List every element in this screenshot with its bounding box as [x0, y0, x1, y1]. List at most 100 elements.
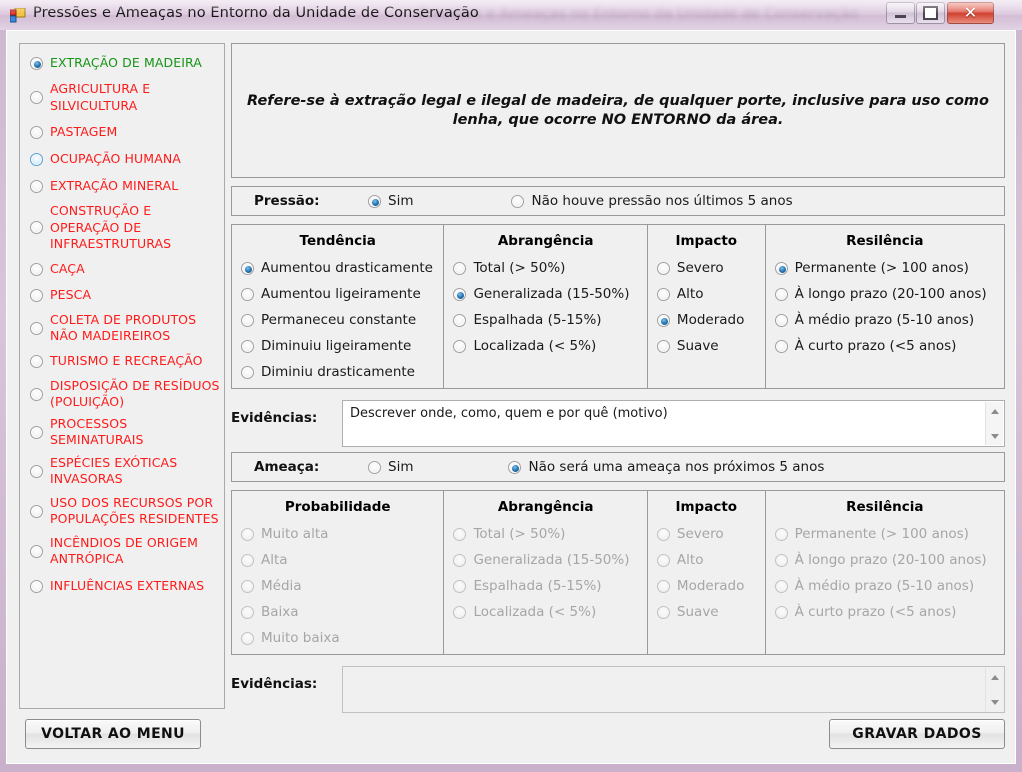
pressure-option-yes[interactable]: Sim [368, 193, 413, 209]
radio-icon[interactable] [30, 152, 43, 166]
sidebar-item-extracao-mineral[interactable]: EXTRAÇÃO MINERAL [20, 175, 224, 197]
column-header: Resilência [846, 499, 924, 515]
pressure-tendencia-option-1[interactable]: Aumentou ligeiramente [232, 281, 443, 307]
maximize-icon [917, 3, 944, 23]
radio-icon[interactable] [241, 313, 254, 327]
radio-icon[interactable] [453, 261, 467, 275]
radio-icon[interactable] [368, 194, 381, 208]
pressure-impacto-option-0[interactable]: Severo [648, 255, 765, 281]
radio-icon[interactable] [241, 339, 254, 353]
radio-icon[interactable] [453, 287, 467, 301]
sidebar-item-especies-exoticas-invasoras[interactable]: ESPÉCIES EXÓTICAS INVASORAS [20, 455, 224, 488]
radio-icon[interactable] [656, 313, 670, 327]
radio-icon[interactable] [241, 287, 254, 301]
maximize-button[interactable] [916, 2, 945, 24]
pressure-resiliencia-option-2[interactable]: À médio prazo (5-10 anos) [766, 307, 1004, 333]
pressure-tendencia-option-4[interactable]: Diminiu drasticamente [232, 359, 443, 385]
sidebar-item-construcao-e-operacao-de-infraestruturas[interactable]: CONSTRUÇÃO E OPERAÇÃO DE INFRAESTRUTURAS [20, 203, 224, 253]
radio-icon [453, 579, 467, 593]
sidebar-item-turismo-e-recreacao[interactable]: TURISMO E RECREAÇÃO [20, 351, 224, 373]
radio-icon[interactable] [774, 313, 788, 327]
title-bar[interactable]: Pressões e Ameaças no Entorno da Unidade… [0, 0, 1022, 30]
radio-icon[interactable] [30, 221, 43, 235]
radio-icon[interactable] [774, 339, 788, 353]
radio-icon[interactable] [30, 263, 43, 276]
radio-icon[interactable] [241, 365, 254, 379]
close-icon: ✕ [963, 3, 978, 22]
radio-icon[interactable] [30, 179, 43, 193]
pressure-impacto-option-1[interactable]: Alto [648, 281, 765, 307]
pressure-evidence-scrollbar[interactable] [985, 402, 1003, 445]
pressure-evidence-input[interactable]: Descrever onde, como, quem e por quê (mo… [342, 400, 1005, 447]
threat-option-no[interactable]: Não será uma ameaça nos próximos 5 anos [508, 459, 824, 475]
sidebar-item-extracao-de-madeira[interactable]: EXTRAÇÃO DE MADEIRA [20, 52, 224, 74]
pressure-abrangencia-option-0[interactable]: Total (> 50%) [444, 255, 646, 281]
save-data-button[interactable]: GRAVAR DADOS [829, 719, 1005, 749]
radio-icon[interactable] [511, 194, 525, 208]
pressure-abrangencia-option-2[interactable]: Espalhada (5-15%) [444, 307, 646, 333]
minimize-button[interactable] [886, 2, 915, 24]
radio-icon[interactable] [508, 460, 522, 474]
threat-option-yes[interactable]: Sim [368, 459, 413, 475]
radio-icon[interactable] [30, 387, 43, 401]
radio-icon[interactable] [774, 287, 788, 301]
pressure-resiliencia-option-0[interactable]: Permanente (> 100 anos) [766, 255, 1004, 281]
radio-icon[interactable] [30, 289, 43, 302]
back-to-menu-button[interactable]: VOLTAR AO MENU [25, 719, 201, 749]
radio-icon[interactable] [656, 261, 670, 275]
threat-option-no-label: Não será uma ameaça nos próximos 5 anos [528, 459, 825, 475]
pressure-abrangencia-option-3[interactable]: Localizada (< 5%) [444, 333, 646, 359]
sidebar-item-agricultura-e-silvicultura[interactable]: AGRICULTURA E SILVICULTURA [20, 81, 224, 114]
scroll-up-icon [986, 669, 1003, 685]
pressure-abrangencia-option-1[interactable]: Generalizada (15-50%) [444, 281, 646, 307]
column-header: Abrangência [497, 499, 594, 515]
sidebar-item-disposicao-de-residuos-poluicao[interactable]: DISPOSIÇÃO DE RESÍDUOS (POLUIÇÃO) [20, 378, 224, 411]
sidebar-item-processos-seminaturais[interactable]: PROCESSOS SEMINATURAIS [20, 416, 224, 449]
radio-icon [656, 605, 670, 619]
threat-abrangencia-option-1: Generalizada (15-50%) [444, 547, 646, 573]
pressure-tendencia-option-0[interactable]: Aumentou drasticamente [232, 255, 443, 281]
pressure-tendencia-option-2[interactable]: Permaneceu constante [232, 307, 443, 333]
radio-icon[interactable] [453, 313, 467, 327]
radio-icon[interactable] [30, 91, 43, 104]
radio-icon[interactable] [30, 504, 43, 518]
radio-icon[interactable] [774, 261, 788, 275]
close-button[interactable]: ✕ [947, 2, 994, 24]
sidebar-item-influencias-externas[interactable]: INFLUÊNCIAS EXTERNAS [20, 576, 224, 598]
sidebar-item-incendios-de-origem-antropica[interactable]: INCÊNDIOS DE ORIGEM ANTRÓPICA [20, 535, 224, 568]
sidebar-item-label: PESCA [50, 287, 92, 303]
radio-icon[interactable] [30, 56, 43, 70]
sidebar-item-ocupacao-humana[interactable]: OCUPAÇÃO HUMANA [20, 148, 224, 170]
radio-icon[interactable] [30, 321, 43, 335]
sidebar-item-pastagem[interactable]: PASTAGEM [20, 121, 224, 143]
pressure-resiliencia-option-1[interactable]: À longo prazo (20-100 anos) [766, 281, 1004, 307]
sidebar-item-coleta-de-produtos-nao-madeireiros[interactable]: COLETA DE PRODUTOS NÃO MADEIREIROS [20, 312, 224, 345]
radio-icon[interactable] [656, 287, 670, 301]
sidebar-item-label: DISPOSIÇÃO DE RESÍDUOS (POLUIÇÃO) [50, 377, 220, 410]
pressure-category-list[interactable]: EXTRAÇÃO DE MADEIRA AGRICULTURA E SILVIC… [19, 43, 225, 709]
radio-icon [241, 631, 254, 645]
radio-icon[interactable] [656, 339, 670, 353]
column-header: Tendência [299, 233, 376, 249]
pressure-option-no[interactable]: Não houve pressão nos últimos 5 anos [511, 193, 793, 209]
scroll-up-icon[interactable] [986, 403, 1003, 419]
radio-icon[interactable] [30, 544, 43, 558]
pressure-tendencia-option-3[interactable]: Diminuiu ligeiramente [232, 333, 443, 359]
sidebar-item-uso-dos-recursos-por-populacoes-residentes[interactable]: USO DOS RECURSOS POR POPULAÇÕES RESIDENT… [20, 495, 224, 528]
threat-probabilidade-option-3: Baixa [232, 599, 443, 625]
radio-icon[interactable] [30, 125, 43, 139]
radio-icon[interactable] [30, 580, 43, 593]
radio-icon[interactable] [241, 261, 254, 275]
radio-icon[interactable] [30, 464, 43, 478]
pressure-impacto-option-2[interactable]: Moderado [648, 307, 765, 333]
radio-icon[interactable] [30, 355, 43, 368]
radio-icon[interactable] [368, 460, 381, 474]
sidebar-item-caca[interactable]: CAÇA [20, 259, 224, 281]
scroll-down-icon[interactable] [986, 428, 1003, 444]
radio-icon[interactable] [453, 339, 467, 353]
radio-icon[interactable] [30, 425, 43, 439]
pressure-impacto-option-3[interactable]: Suave [648, 333, 765, 359]
pressure-resiliencia-option-3[interactable]: À curto prazo (<5 anos) [766, 333, 1004, 359]
pressure-column-tendencia: Tendência Aumentou drasticamente Aumento… [232, 225, 443, 388]
sidebar-item-pesca[interactable]: PESCA [20, 285, 224, 307]
